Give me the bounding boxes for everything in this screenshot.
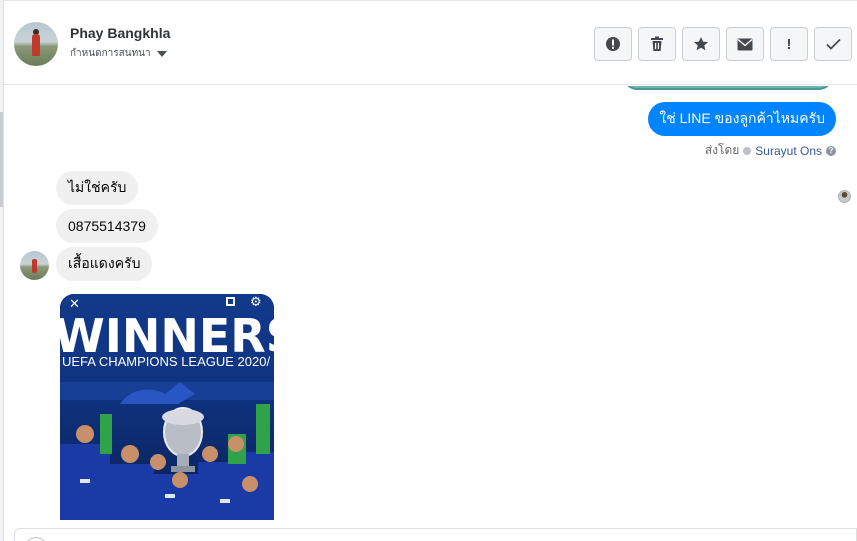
incoming-message[interactable]: 0875514379 — [56, 209, 158, 243]
trash-icon — [651, 36, 663, 51]
outgoing-message[interactable]: ใช่ LINE ของลูกค้าไหมครับ — [648, 102, 836, 136]
contact-name[interactable]: Phay Bangkhla — [70, 25, 170, 41]
mark-done-button[interactable] — [814, 27, 852, 61]
mark-unread-button[interactable] — [726, 27, 764, 61]
header-actions: ! — [594, 27, 852, 61]
star-icon — [694, 37, 708, 51]
close-icon[interactable]: ✕ — [69, 296, 80, 312]
conversation-status-label: กำหนดการสนทนา — [70, 48, 151, 59]
scrollbar-thumb[interactable] — [0, 112, 3, 207]
mail-icon — [737, 38, 753, 50]
trophy-photo: WINNERS UEFA CHAMPIONS LEAGUE 2020/ — [60, 294, 274, 520]
agent-dot-icon — [743, 146, 752, 155]
image-attachment[interactable]: WINNERS UEFA CHAMPIONS LEAGUE 2020/ — [60, 294, 274, 520]
sender-avatar[interactable] — [20, 251, 49, 280]
qr-icon[interactable] — [226, 297, 235, 306]
settings-icon[interactable]: ⚙ — [250, 294, 262, 310]
banner-subtitle: UEFA CHAMPIONS LEAGUE 2020/ — [62, 354, 270, 369]
follow-up-button[interactable]: ! — [770, 27, 808, 61]
star-button[interactable] — [682, 27, 720, 61]
mark-spam-button[interactable] — [594, 27, 632, 61]
read-receipt-avatar — [838, 190, 851, 203]
spam-icon — [606, 37, 620, 51]
exclamation-icon: ! — [786, 35, 792, 53]
previous-message-bubble[interactable] — [623, 86, 833, 90]
composer-avatar — [25, 537, 47, 541]
check-icon — [825, 38, 841, 50]
help-icon[interactable]: ? — [826, 145, 836, 156]
incoming-message[interactable]: เสื้อแดงครับ — [56, 247, 153, 281]
sent-by-row: ส่งโดย Surayut Ons ? — [705, 141, 836, 160]
message-thread[interactable]: ใช่ LINE ของลูกค้าไหมครับ ส่งโดย Surayut… — [4, 86, 857, 528]
agent-name-link[interactable]: Surayut Ons — [755, 144, 822, 158]
message-composer[interactable] — [14, 528, 857, 541]
incoming-message[interactable]: ไม่ใช่ครับ — [56, 171, 139, 205]
sent-by-label: ส่งโดย — [704, 143, 740, 157]
caret-down-icon — [156, 51, 167, 57]
conversation-status-dropdown[interactable]: กำหนดการสนทนา — [70, 46, 167, 61]
delete-button[interactable] — [638, 27, 676, 61]
conversation-header: Phay Bangkhla กำหนดการสนทนา ! — [4, 0, 857, 85]
contact-avatar[interactable] — [14, 22, 58, 66]
